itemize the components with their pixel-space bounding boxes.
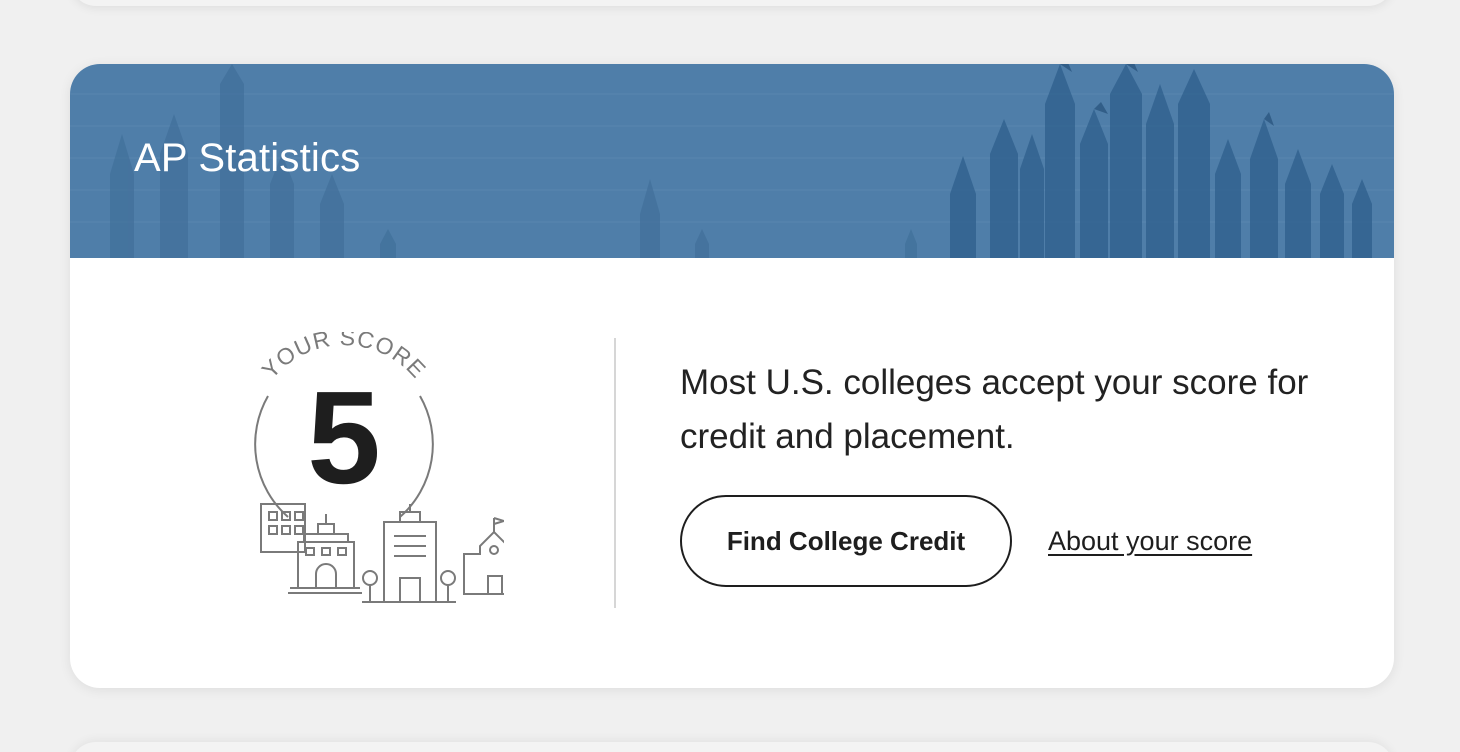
score-page: AP Statistics YOUR SCORE 5 Most U.S. col… <box>0 0 1460 752</box>
course-title: AP Statistics <box>134 136 361 180</box>
college-buildings-icon <box>260 503 504 603</box>
previous-card <box>70 0 1394 6</box>
course-banner: AP Statistics <box>70 64 1394 258</box>
score-value: 5 <box>307 364 381 511</box>
find-college-credit-button[interactable]: Find College Credit <box>680 495 1012 587</box>
about-your-score-link[interactable]: About your score <box>1048 526 1252 557</box>
section-divider <box>614 338 616 608</box>
score-card: AP Statistics YOUR SCORE 5 Most U.S. col… <box>70 64 1394 688</box>
credit-message: Most U.S. colleges accept your score for… <box>680 363 1309 456</box>
next-card <box>70 742 1394 752</box>
